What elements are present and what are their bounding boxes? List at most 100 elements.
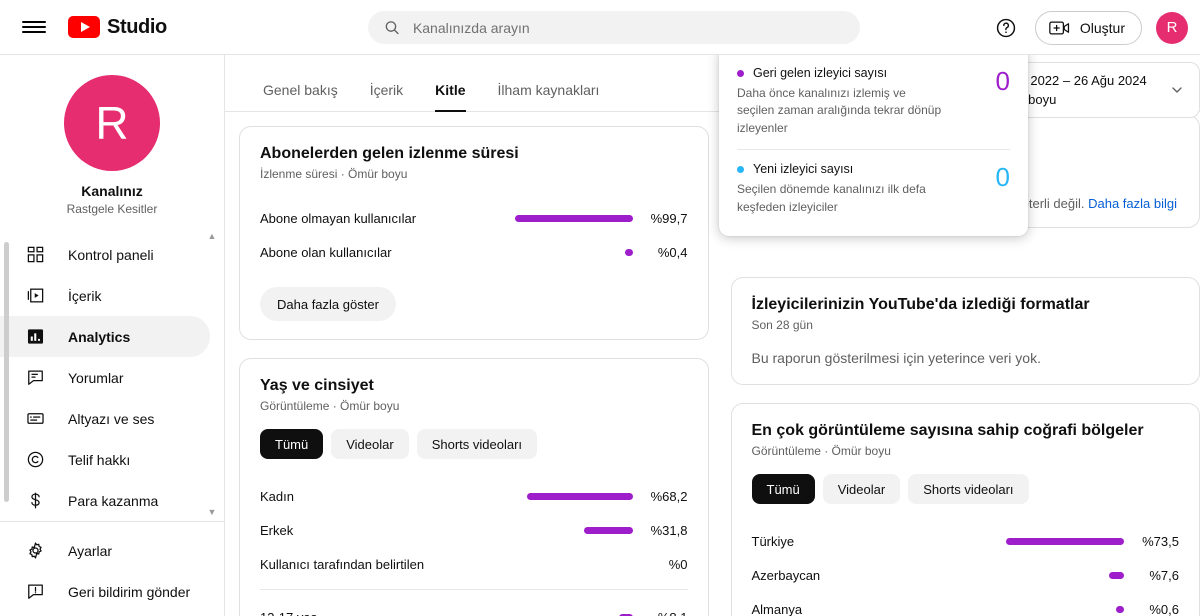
avatar[interactable]: R bbox=[1156, 11, 1188, 44]
card-title: En çok görüntüleme sayısına sahip coğraf… bbox=[751, 422, 1144, 439]
bar-row: Kadın %68,2 bbox=[260, 479, 688, 513]
hamburger-icon[interactable] bbox=[22, 18, 46, 36]
card-subtitle: Görüntüleme · Ömür boyu bbox=[751, 444, 891, 458]
sidebar-scrollbar[interactable]: ▲ ▼ bbox=[206, 232, 218, 517]
bar-fill bbox=[1006, 537, 1124, 545]
sidebar-item-label: Para kazanma bbox=[68, 492, 159, 509]
create-button[interactable]: Oluştur bbox=[1034, 10, 1142, 45]
left-column: Abonelerden gelen izlenme süresi İzlenme… bbox=[239, 126, 709, 616]
sidebar-item-monetization[interactable]: Para kazanma bbox=[0, 480, 210, 521]
card-subtitle: Görüntüleme · Ömür boyu bbox=[260, 399, 400, 413]
youtube-studio-app: Studio Kanalınızda arayın Oluştur R R Ka… bbox=[0, 0, 1200, 616]
studio-logo[interactable]: Studio bbox=[68, 16, 167, 39]
bar-label: Türkiye bbox=[751, 533, 795, 549]
bar-label: Erkek bbox=[260, 522, 294, 538]
dollar-sign-icon bbox=[24, 490, 46, 512]
chip-videolar[interactable]: Videolar bbox=[822, 474, 901, 504]
chip-videolar[interactable]: Videolar bbox=[331, 429, 409, 459]
section-divider bbox=[260, 589, 688, 590]
learn-more-link[interactable]: Daha fazla bilgi bbox=[1088, 196, 1177, 211]
chip-shorts[interactable]: Shorts videoları bbox=[908, 474, 1029, 504]
bar-value: %8,1 bbox=[642, 610, 688, 616]
chip-shorts[interactable]: Shorts videoları bbox=[416, 429, 538, 459]
bar-track bbox=[794, 537, 1133, 545]
bar-track bbox=[820, 571, 1133, 579]
scrollbar-thumb[interactable] bbox=[4, 242, 9, 502]
channel-block: R Kanalınız Rastgele Kesitler bbox=[0, 55, 224, 228]
bar-track bbox=[416, 214, 641, 222]
show-more-button[interactable]: Daha fazla göster bbox=[260, 287, 396, 321]
youtube-play-icon bbox=[68, 16, 100, 38]
popup-body: Yeni izleyici sayısı Seçilen dönemde kan… bbox=[737, 162, 986, 216]
feedback-icon bbox=[24, 581, 46, 603]
card-formats: İzleyicilerinizin YouTube'da izlediği fo… bbox=[730, 277, 1200, 385]
sidebar-item-feedback[interactable]: Geri bildirim gönder bbox=[0, 571, 210, 612]
scroll-down-icon[interactable]: ▼ bbox=[208, 508, 217, 517]
sidebar-item-label: Yorumlar bbox=[68, 369, 124, 386]
sidebar-item-label: Altyazı ve ses bbox=[68, 410, 155, 427]
search-input[interactable] bbox=[412, 19, 844, 36]
bar-fill bbox=[1116, 605, 1124, 613]
date-range-selector[interactable]: ca 2022 – 26 Ağu 2024 ür boyu bbox=[1000, 62, 1200, 118]
card-title: Yaş ve cinsiyet bbox=[260, 377, 374, 394]
chip-tumu[interactable]: Tümü bbox=[260, 429, 324, 459]
bar-value: %31,8 bbox=[650, 522, 688, 538]
card-subtitle: Son 28 gün bbox=[751, 318, 813, 332]
popup-head: Yeni izleyici sayısı bbox=[737, 162, 986, 176]
popup-section-new: Yeni izleyici sayısı Seçilen dönemde kan… bbox=[719, 156, 1028, 226]
tab-icerik[interactable]: İçerik bbox=[354, 82, 419, 111]
card-geography: En çok görüntüleme sayısına sahip coğraf… bbox=[730, 403, 1200, 616]
bar-value: %7,6 bbox=[1149, 567, 1179, 583]
sidebar-item-comments[interactable]: Yorumlar bbox=[0, 357, 210, 398]
sidebar-item-label: Analytics bbox=[68, 328, 131, 345]
help-button[interactable] bbox=[991, 13, 1021, 43]
bar-value: %99,7 bbox=[650, 210, 688, 226]
sidebar-item-settings[interactable]: Ayarlar bbox=[0, 530, 210, 571]
brand-label: Studio bbox=[107, 15, 167, 38]
search-box[interactable] bbox=[368, 11, 860, 44]
bar-row: Almanya %0,6 bbox=[752, 592, 1180, 616]
note-body: eterli değil. bbox=[1021, 196, 1089, 211]
bar-row: 13-17 yaş %8,1 bbox=[260, 600, 688, 616]
sidebar-item-label: Geri bildirim gönder bbox=[68, 583, 191, 600]
tab-kitle[interactable]: Kitle bbox=[419, 82, 481, 112]
popup-value: 0 bbox=[995, 66, 1010, 96]
bar-label: 13-17 yaş bbox=[260, 610, 317, 616]
bar-track bbox=[294, 492, 642, 500]
bar-row: Erkek %31,8 bbox=[260, 513, 688, 547]
channel-avatar[interactable]: R bbox=[64, 75, 160, 171]
sidebar-item-analytics[interactable]: Analytics bbox=[0, 316, 210, 357]
sidebar-item-subtitles[interactable]: Altyazı ve ses bbox=[0, 398, 210, 439]
sidebar-item-dashboard[interactable]: Kontrol paneli bbox=[0, 234, 210, 275]
question-mark-icon bbox=[996, 18, 1016, 37]
bar-track bbox=[293, 526, 641, 534]
sidebar-item-content[interactable]: İçerik bbox=[0, 275, 210, 316]
tab-ilham-kaynaklari[interactable]: İlham kaynakları bbox=[482, 82, 616, 111]
popup-body: Geri gelen izleyici sayısı Daha önce kan… bbox=[737, 66, 986, 137]
search-icon bbox=[385, 21, 399, 35]
bar-label: Azerbaycan bbox=[751, 567, 821, 583]
chevron-down-icon bbox=[1172, 87, 1182, 93]
channel-name: Kanalınız bbox=[81, 183, 143, 199]
sidebar-item-copyright[interactable]: Telif hakkı bbox=[0, 439, 210, 480]
scroll-up-icon[interactable]: ▲ bbox=[208, 232, 217, 241]
header-actions: Oluştur R bbox=[991, 0, 1188, 55]
bar-row: Türkiye %73,5 bbox=[752, 524, 1180, 558]
popup-description: Seçilen dönemde kanalınızı ilk defa keşf… bbox=[737, 182, 926, 214]
bar-label: Almanya bbox=[751, 601, 803, 616]
popup-description: Daha önce kanalınızı izlemiş ve seçilen … bbox=[737, 86, 942, 135]
bar-value: %0,6 bbox=[1149, 601, 1179, 616]
tab-genel-bakis[interactable]: Genel bakış bbox=[247, 82, 354, 111]
sidebar-item-label: Telif hakkı bbox=[68, 451, 131, 468]
sidebar: R Kanalınız Rastgele Kesitler Kontrol pa… bbox=[0, 55, 225, 616]
chip-tumu[interactable]: Tümü bbox=[751, 474, 815, 504]
card-subscriber-watchtime: Abonelerden gelen izlenme süresi İzlenme… bbox=[239, 126, 709, 340]
bar-label: Kadın bbox=[260, 488, 294, 504]
channel-subtitle: Rastgele Kesitler bbox=[66, 202, 158, 216]
bar-label: Abone olan kullanıcılar bbox=[260, 244, 392, 260]
bar-value: %0,4 bbox=[657, 244, 688, 260]
date-range-text: ca 2022 – 26 Ağu 2024 ür boyu bbox=[1013, 73, 1147, 107]
legend-dot-returning bbox=[737, 69, 744, 77]
bar-fill bbox=[1109, 571, 1124, 579]
analytics-bar-chart-icon bbox=[24, 326, 46, 348]
